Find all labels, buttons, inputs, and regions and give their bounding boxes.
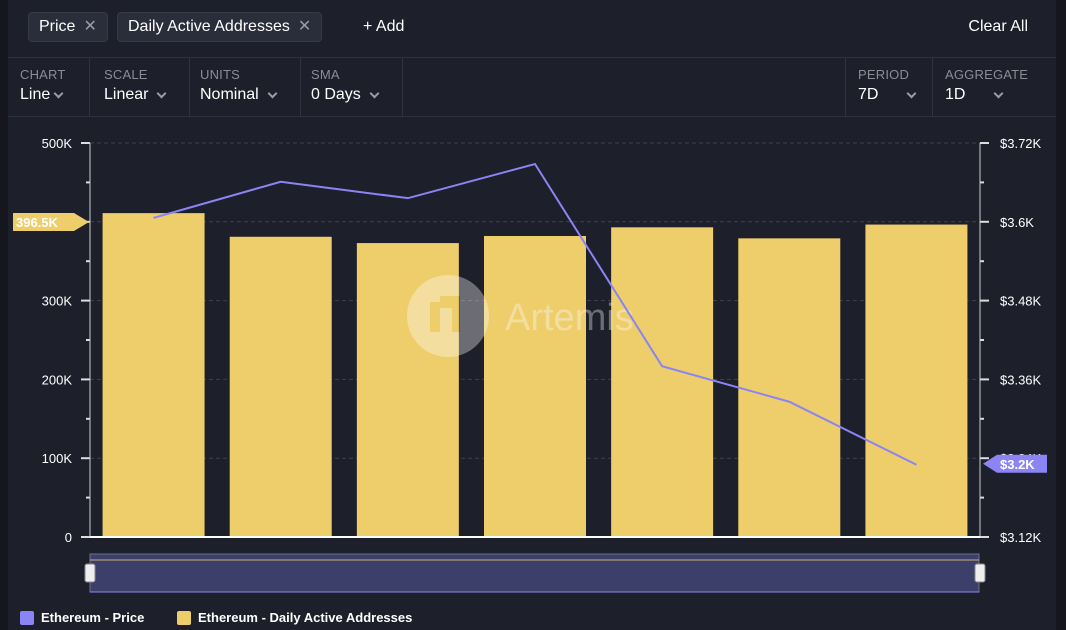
chart: 0$3.12K100K$3.24K200K$3.36K300K$3.48K400… [13,136,1047,593]
current-value-left: 396.5K [16,215,59,230]
right-tick-label: $3.36K [1000,372,1042,387]
legend-label: Ethereum - Daily Active Addresses [198,610,413,625]
legend-swatch [177,610,191,625]
legend-item-daily-active-addresses[interactable]: Ethereum - Daily Active Addresses [177,610,412,625]
navigator[interactable] [84,553,986,593]
bar-daily-active-addresses[interactable] [484,235,586,537]
navigator-right-handle[interactable] [974,563,986,583]
bar-daily-active-addresses[interactable] [738,238,841,537]
right-tick-label: $3.48K [1000,294,1042,309]
left-tick-label: 100K [42,451,73,466]
left-tick-label: 500K [42,136,73,151]
bar-daily-active-addresses[interactable] [865,224,968,538]
navigator-left-handle[interactable] [84,563,96,583]
legend-label: Ethereum - Price [41,610,145,625]
right-tick-label: $3.72K [1000,136,1042,151]
right-tick-label: $3.6K [1000,215,1034,230]
legend-item-price[interactable]: Ethereum - Price [20,610,144,625]
left-tick-label: 0 [65,530,72,545]
bar-daily-active-addresses[interactable] [229,236,332,537]
watermark-text: Artemis [505,297,634,339]
left-tick-label: 300K [42,294,73,309]
bar-daily-active-addresses[interactable] [102,213,205,537]
left-tick-label: 200K [42,372,73,387]
current-value-right: $3.2K [1000,457,1035,472]
right-tick-label: $3.12K [1000,530,1042,545]
legend-swatch [20,610,34,625]
bar-daily-active-addresses[interactable] [611,227,714,538]
